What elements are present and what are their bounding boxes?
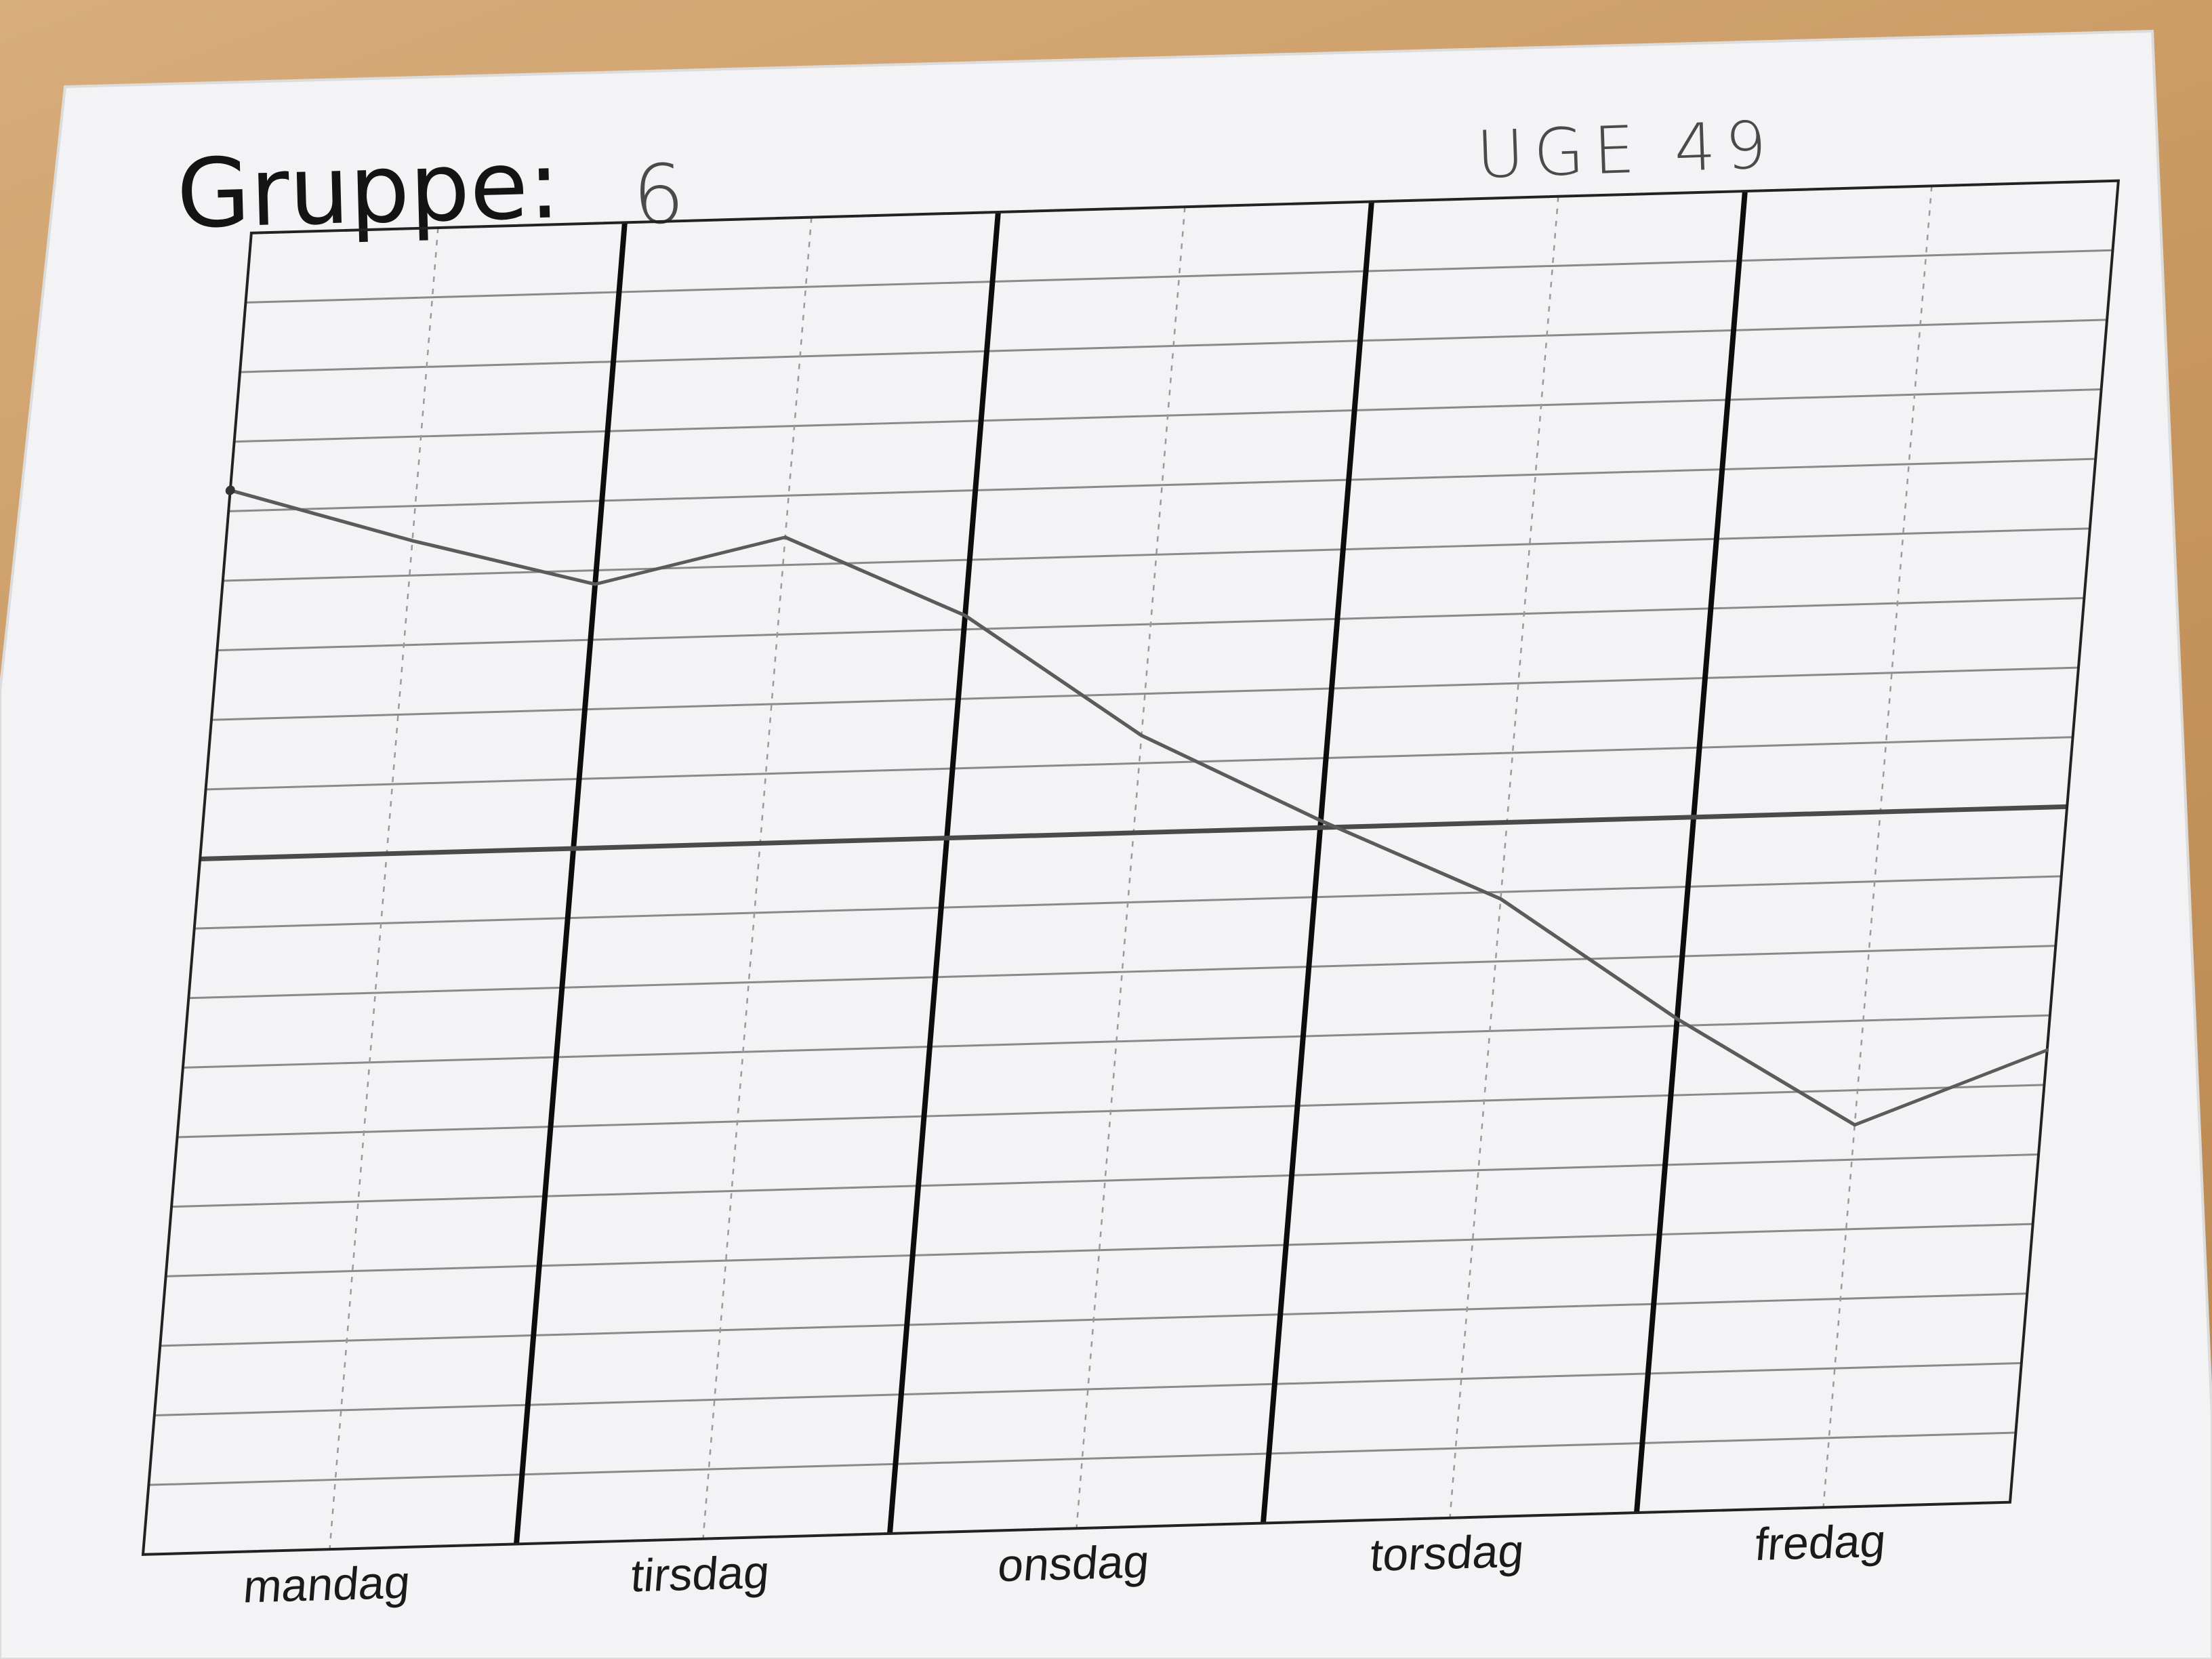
x-tick-label-fredag: fredag xyxy=(1753,1515,1888,1570)
x-tick-label-tirsdag: tirsdag xyxy=(629,1547,771,1602)
wooden-table: Gruppe: 6 UGE 49 mandag tirsdag onsdag tors… xyxy=(0,0,2212,1659)
paper-sheet: Gruppe: 6 UGE 49 mandag tirsdag onsdag tors… xyxy=(0,29,2212,1659)
group-label: Gruppe: xyxy=(176,129,562,250)
group-number: 6 xyxy=(631,147,686,243)
x-tick-label-torsdag: torsdag xyxy=(1368,1525,1526,1581)
week-label: UGE 49 xyxy=(1475,107,1778,193)
x-tick-label-onsdag: onsdag xyxy=(996,1536,1151,1591)
paper-background xyxy=(0,29,2212,1659)
x-tick-label-mandag: mandag xyxy=(241,1557,412,1613)
